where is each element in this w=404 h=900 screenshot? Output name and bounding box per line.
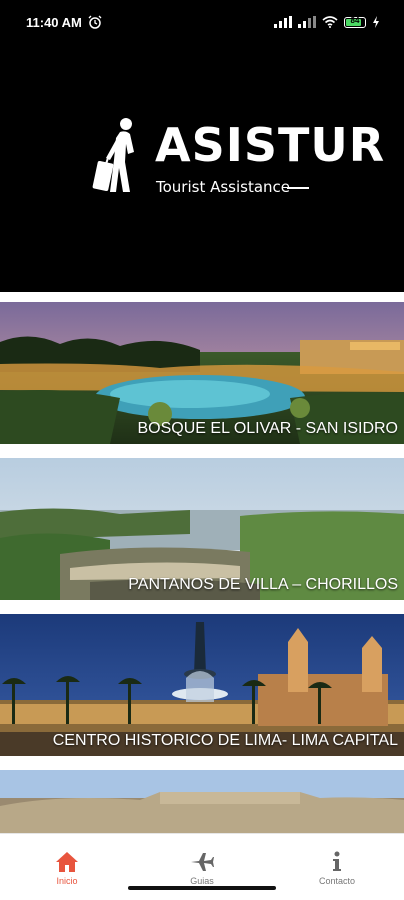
status-time: 11:40 AM [26, 14, 82, 30]
place-label: CENTRO HISTORICO DE LIMA- LIMA CAPITAL [52, 732, 398, 749]
charging-icon [373, 16, 379, 28]
nav-label: Contacto [318, 876, 356, 886]
place-label: PANTANOS DE VILLA – CHORILLOS [128, 576, 398, 593]
place-label: BOSQUE EL OLIVAR - SAN ISIDRO [137, 420, 398, 437]
alarm-icon [88, 15, 102, 29]
place-image [0, 770, 404, 834]
place-card-bosque-el-olivar[interactable]: BOSQUE EL OLIVAR - SAN ISIDRO [0, 302, 404, 444]
nav-item-inicio[interactable]: Inicio [0, 834, 134, 890]
app-header: ASISTUR Tourist Assistance [0, 44, 404, 292]
nav-label: Inicio [56, 876, 78, 886]
divider [0, 292, 404, 302]
nav-item-contacto[interactable]: Contacto [270, 834, 404, 890]
battery-icon: 84 [344, 15, 366, 28]
place-card-centro-historico[interactable]: CENTRO HISTORICO DE LIMA- LIMA CAPITAL [0, 614, 404, 756]
status-bar: 11:40 AM 84 [0, 0, 404, 44]
status-left: 11:40 AM [26, 15, 102, 30]
home-icon [56, 852, 78, 872]
signal-2-icon [298, 16, 316, 28]
traveler-logo-icon [92, 118, 134, 192]
brand-subtitle: Tourist Assistance [156, 178, 291, 196]
home-indicator [128, 886, 276, 890]
wifi-icon [322, 16, 338, 28]
brand-title: ASISTUR [155, 118, 386, 172]
nav-label: Guias [190, 876, 214, 886]
brand-underline [287, 187, 309, 189]
info-icon [333, 851, 341, 871]
airplane-icon [191, 853, 214, 871]
place-card-pantanos-de-villa[interactable]: PANTANOS DE VILLA – CHORILLOS [0, 458, 404, 600]
status-right: 84 [274, 16, 380, 28]
signal-icon [274, 16, 292, 28]
nav-item-guias[interactable]: Guias [135, 834, 269, 890]
battery-level: 84 [350, 15, 360, 25]
place-card-ruins[interactable] [0, 770, 404, 834]
